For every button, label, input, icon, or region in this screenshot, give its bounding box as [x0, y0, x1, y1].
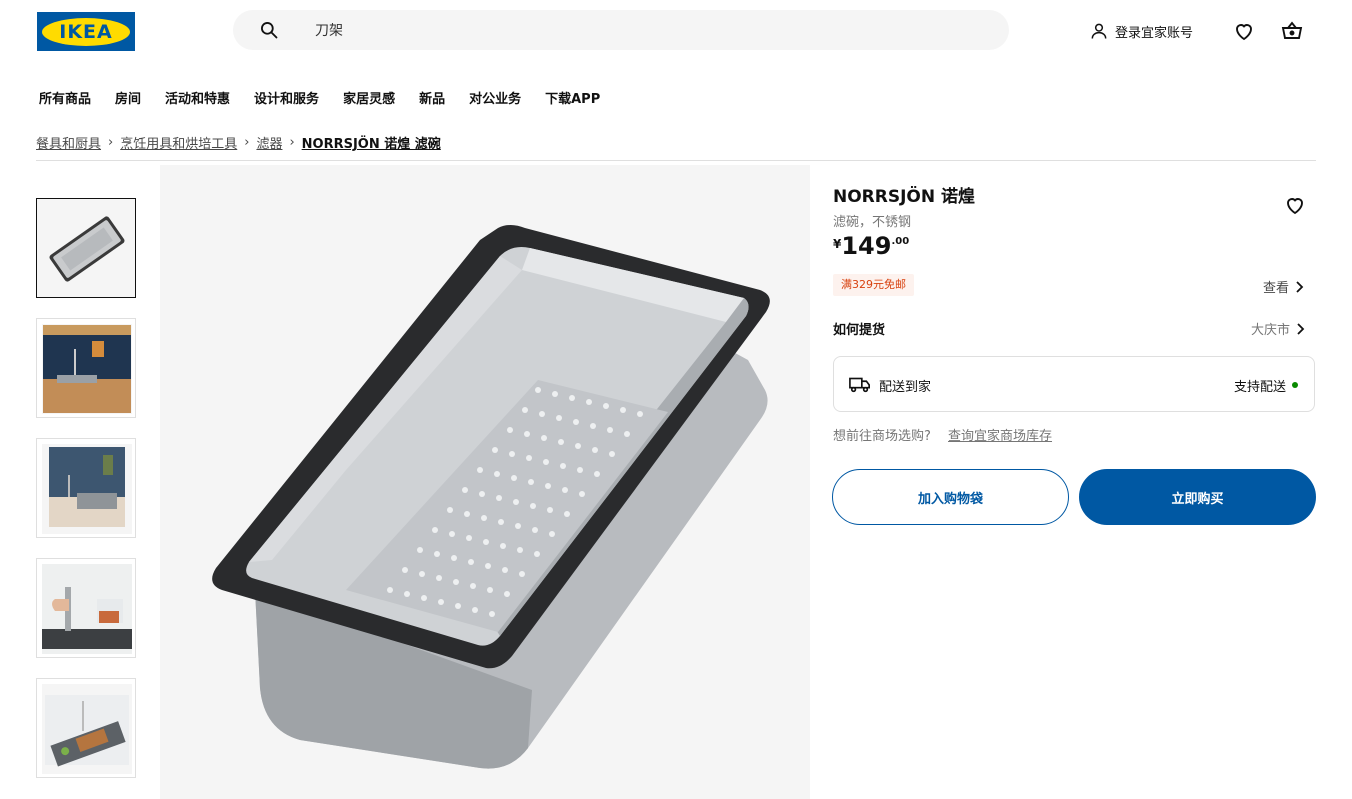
cart-icon[interactable]: [1280, 19, 1304, 43]
product-title: NORRSJÖN 诺煌: [833, 187, 976, 207]
logo-oval: IKEA: [42, 17, 130, 46]
breadcrumb-current[interactable]: NORRSJÖN 诺煌 滤碗: [302, 133, 441, 152]
nav-item-download-app[interactable]: 下载APP: [545, 88, 600, 107]
city-selector[interactable]: 大庆市: [1251, 319, 1305, 338]
view-label: 查看: [1263, 281, 1290, 296]
free-shipping-badge: 满329元免邮: [833, 274, 914, 296]
search-bar[interactable]: [233, 10, 1009, 50]
thumbnail-1[interactable]: [36, 198, 136, 298]
thumbnail-3[interactable]: [36, 438, 136, 538]
breadcrumb: 餐具和厨具 › 烹饪用具和烘培工具 › 滤器 › NORRSJÖN 诺煌 滤碗: [36, 133, 441, 152]
price-currency: ¥: [833, 237, 842, 251]
chevron-right-icon: [1296, 280, 1304, 293]
price-decimal: .00: [891, 236, 910, 247]
price-integer: 149: [841, 232, 892, 260]
status-dot: [1292, 382, 1298, 388]
search-input[interactable]: [315, 10, 975, 50]
person-icon: [1091, 23, 1107, 39]
faucet-photo-image: [42, 564, 132, 654]
sink-photo-image: [42, 444, 132, 534]
main-nav: 所有商品 房间 活动和特惠 设计和服务 家居灵感 新品 对公业务 下载APP: [39, 88, 624, 107]
product-price: ¥ 149 .00: [833, 232, 909, 260]
main-product-image[interactable]: [160, 165, 810, 799]
thumbnail-2[interactable]: [36, 318, 136, 418]
nav-item-all-products[interactable]: 所有商品: [39, 88, 91, 107]
store-stock-link[interactable]: 查询宜家商场库存: [948, 425, 1052, 444]
nav-item-inspiration[interactable]: 家居灵感: [343, 88, 395, 107]
breadcrumb-item[interactable]: 餐具和厨具: [36, 133, 101, 152]
add-to-cart-button[interactable]: 加入购物袋: [832, 469, 1069, 525]
breadcrumb-item[interactable]: 烹饪用具和烘培工具: [120, 133, 237, 152]
nav-item-design-services[interactable]: 设计和服务: [254, 88, 319, 107]
nav-item-new[interactable]: 新品: [419, 88, 445, 107]
view-promo-link[interactable]: 查看: [1263, 277, 1304, 296]
sink-with-board-image: [42, 684, 132, 774]
kitchen-photo-image: [42, 324, 132, 414]
login-link[interactable]: 登录宜家账号: [1089, 20, 1193, 42]
nav-item-business[interactable]: 对公业务: [469, 88, 521, 107]
breadcrumb-item[interactable]: 滤器: [256, 133, 282, 152]
truck-icon: [849, 377, 870, 393]
thumbnail-5[interactable]: [36, 678, 136, 778]
delivery-status: 支持配送: [1233, 380, 1286, 395]
breadcrumb-separator: ›: [289, 135, 295, 150]
breadcrumb-separator: ›: [244, 135, 250, 150]
heart-icon[interactable]: [1232, 19, 1256, 43]
store-question: 想前往商场选购?: [833, 429, 931, 444]
logo-text: IKEA: [59, 20, 113, 43]
login-label: 登录宜家账号: [1115, 25, 1194, 41]
buy-now-button[interactable]: 立即购买: [1079, 469, 1316, 525]
wishlist-heart-icon[interactable]: [1283, 193, 1307, 217]
how-to-get-label: 如何提货: [833, 323, 886, 338]
colander-image: [160, 165, 810, 799]
nav-item-rooms[interactable]: 房间: [115, 88, 141, 107]
ikea-logo[interactable]: IKEA: [37, 12, 135, 51]
product-thumbnail-image: [37, 199, 135, 297]
divider: [36, 160, 1316, 161]
thumbnail-4[interactable]: [36, 558, 136, 658]
city-label: 大庆市: [1251, 323, 1291, 338]
nav-item-offers[interactable]: 活动和特惠: [165, 88, 230, 107]
delivery-label: 配送到家: [879, 380, 932, 395]
breadcrumb-separator: ›: [108, 135, 114, 150]
chevron-right-icon: [1297, 322, 1305, 335]
product-subtitle: 滤碗，不锈钢: [833, 215, 912, 230]
delivery-option-card[interactable]: 配送到家 支持配送: [833, 356, 1315, 412]
search-icon[interactable]: [259, 20, 279, 40]
